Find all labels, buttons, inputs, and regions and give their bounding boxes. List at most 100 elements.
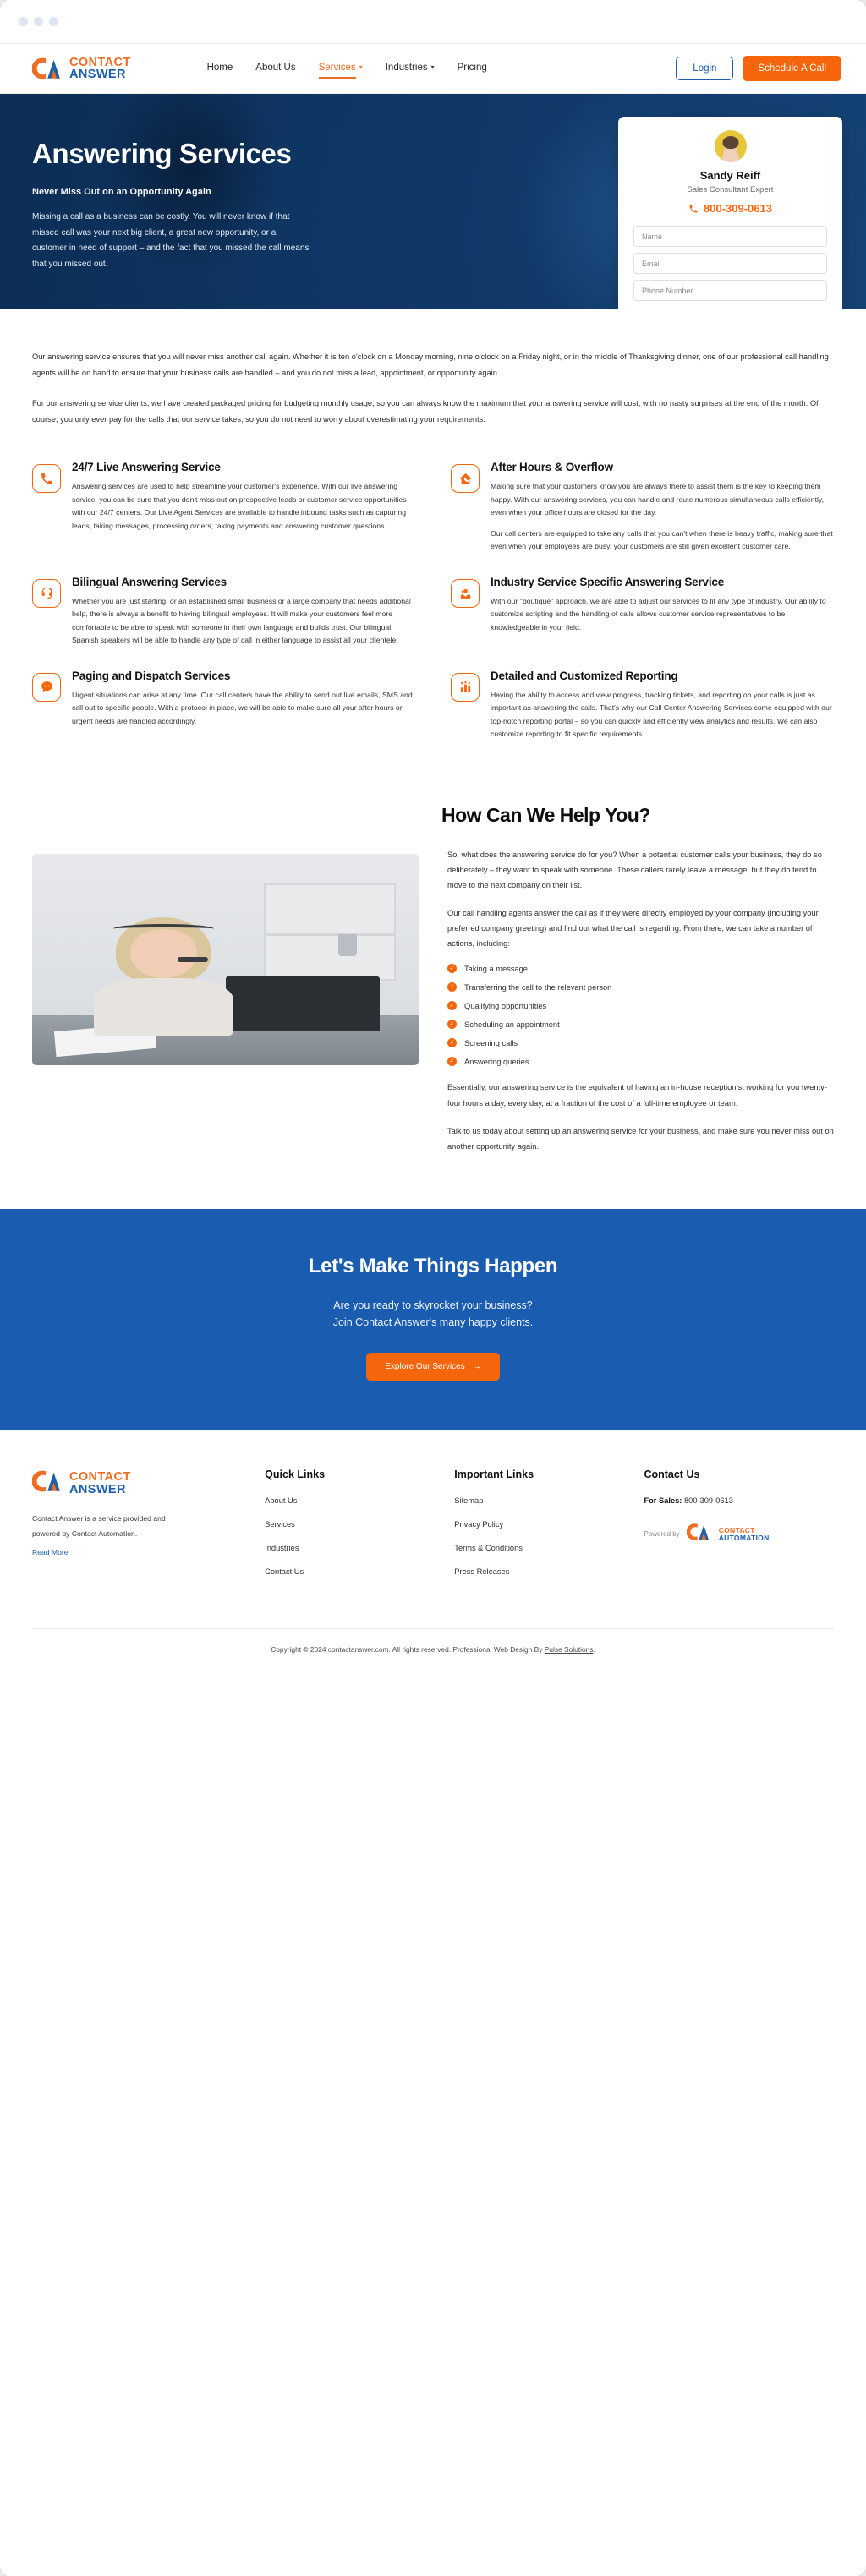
powered-by-row: Powered by CONTACT AUTOMATION <box>644 1522 834 1546</box>
list-item-label: Taking a message <box>464 964 528 973</box>
feature-body: Bilingual Answering Services Whether you… <box>72 576 415 648</box>
contact-automation-logo-icon <box>686 1522 712 1546</box>
list-item: ✓ Qualifying opportunities <box>447 1001 834 1011</box>
footer-link-about-us[interactable]: About Us <box>265 1496 437 1505</box>
help-section: How Can We Help You? So, what does the a… <box>0 763 866 1167</box>
nav-item-home[interactable]: Home <box>207 63 233 75</box>
footer-link-press-releases[interactable]: Press Releases <box>454 1567 627 1576</box>
nav-label: About Us <box>255 62 296 73</box>
footer-logo[interactable]: CONTACT ANSWER <box>31 1468 248 1498</box>
list-item: ✓ Taking a message <box>447 964 834 974</box>
nav-item-pricing[interactable]: Pricing <box>458 63 487 75</box>
site-header: CONTACT ANSWER Home About Us Services ▾ … <box>0 44 866 94</box>
intro-paragraph-1: Our answering service ensures that you w… <box>32 353 829 377</box>
feature-paragraph: Urgent situations can arise at any time.… <box>72 690 413 725</box>
important-links-heading: Important Links <box>454 1468 534 1481</box>
browser-chrome <box>0 0 866 44</box>
page-title: Answering Services <box>32 138 292 169</box>
arrow-right-icon: → <box>472 1362 481 1372</box>
explore-services-button[interactable]: Explore Our Services → <box>366 1353 500 1381</box>
agent-icon <box>451 578 480 608</box>
site-logo[interactable]: CONTACT ANSWER <box>31 55 131 81</box>
footer-description: Contact Answer is a service provided and… <box>32 1514 166 1538</box>
feature-paragraph: Whether you are just starting, or an est… <box>72 596 411 645</box>
phone-number: 800-309-0613 <box>704 202 772 215</box>
feature-body: Detailed and Customized Reporting Having… <box>491 670 834 741</box>
phone-input[interactable] <box>633 280 827 301</box>
cta-subtitle: Are you ready to skyrocket your business… <box>0 1297 866 1332</box>
powered-logo-line-2: AUTOMATION <box>718 1533 770 1542</box>
logo-line-1: CONTACT <box>69 55 131 69</box>
list-item-label: Scheduling an appointment <box>464 1020 560 1029</box>
phone-icon <box>32 464 61 494</box>
help-paragraph-1: So, what does the answering service do f… <box>447 850 822 889</box>
minimize-dot-icon[interactable] <box>34 17 43 26</box>
footer-link-industries[interactable]: Industries <box>265 1544 437 1552</box>
help-paragraph-4: Talk to us today about setting up an ans… <box>447 1126 834 1151</box>
read-more-link[interactable]: Read More <box>32 1548 69 1556</box>
feature-card: Industry Service Specific Answering Serv… <box>451 576 834 670</box>
footer-columns: CONTACT ANSWER Contact Answer is a servi… <box>31 1468 834 1591</box>
intro-paragraph-2: For our answering service clients, we ha… <box>32 399 819 424</box>
name-input[interactable] <box>633 226 827 247</box>
nav-label: Pricing <box>457 62 487 73</box>
footer-logo-line-1: CONTACT <box>69 1470 131 1485</box>
feature-paragraph: Answering services are used to help stre… <box>72 482 407 530</box>
help-paragraph-3: Essentially, our answering service is th… <box>447 1083 827 1108</box>
logo-line-2: ANSWER <box>69 68 126 81</box>
pulse-solutions-link[interactable]: Pulse Solutions <box>545 1645 594 1654</box>
login-button[interactable]: Login <box>676 57 734 80</box>
sales-label: For Sales: <box>644 1496 682 1506</box>
maximize-dot-icon[interactable] <box>49 17 58 26</box>
check-circle-icon: ✓ <box>447 964 457 974</box>
list-item: ✓ Transferring the call to the relevant p… <box>447 982 834 993</box>
feature-body: Paging and Dispatch Services Urgent situ… <box>72 670 415 741</box>
nav-label: Services <box>318 62 356 73</box>
footer-link-services[interactable]: Services <box>265 1520 437 1529</box>
sales-phone[interactable]: 800-309-0613 <box>684 1496 733 1505</box>
chevron-down-icon: ▾ <box>430 63 435 71</box>
feature-title: Bilingual Answering Services <box>72 575 227 588</box>
feature-card: Detailed and Customized Reporting Having… <box>451 670 834 763</box>
help-title: How Can We Help You? <box>441 803 650 826</box>
list-item-label: Screening calls <box>464 1038 518 1047</box>
footer-important-links-column: Important Links Sitemap Privacy Policy T… <box>454 1468 627 1591</box>
footer-logo-line-2: ANSWER <box>69 1482 126 1496</box>
cta-button-label: Explore Our Services <box>385 1362 465 1372</box>
feature-title: Detailed and Customized Reporting <box>491 669 678 682</box>
call-agent-photo <box>32 853 419 1065</box>
contact-us-heading: Contact Us <box>644 1468 700 1481</box>
email-input[interactable] <box>633 253 827 274</box>
feature-body: 24/7 Live Answering Service Answering se… <box>72 461 415 553</box>
feature-paragraph: Making sure that your customers know you… <box>491 482 825 517</box>
copyright-end: . <box>593 1645 595 1654</box>
browser-window: CONTACT ANSWER Home About Us Services ▾ … <box>0 0 866 2576</box>
copyright-text: Copyright © 2024 contactanswer.com. All … <box>271 1645 545 1654</box>
copyright-bar: Copyright © 2024 contactanswer.com. All … <box>32 1629 834 1676</box>
nav-item-services[interactable]: Services ▾ <box>318 62 363 79</box>
list-item: ✓ Screening calls <box>447 1038 834 1048</box>
check-circle-icon: ✓ <box>447 1020 457 1030</box>
hero-section: Answering Services Never Miss Out on an … <box>0 94 866 309</box>
nav-item-about-us[interactable]: About Us <box>255 63 295 75</box>
list-item: ✓ Scheduling an appointment <box>447 1020 834 1030</box>
help-copy: So, what does the answering service do f… <box>447 847 834 1167</box>
window-controls <box>19 17 58 26</box>
footer-link-sitemap[interactable]: Sitemap <box>454 1496 627 1505</box>
footer-quick-links-column: Quick Links About Us Services Industries… <box>265 1468 437 1591</box>
hero-paragraph: Missing a call as a business can be cost… <box>32 212 310 269</box>
nav-item-industries[interactable]: Industries ▾ <box>386 63 435 75</box>
consultant-phone[interactable]: 800-309-0613 <box>633 202 827 215</box>
features-grid: 24/7 Live Answering Service Answering se… <box>0 442 866 763</box>
consultant-name: Sandy Reiff <box>699 169 761 182</box>
check-circle-icon: ✓ <box>447 1057 457 1067</box>
footer-link-terms-conditions[interactable]: Terms & Conditions <box>454 1544 627 1552</box>
close-dot-icon[interactable] <box>19 17 28 26</box>
feature-body: After Hours & Overflow Making sure that … <box>491 461 834 553</box>
phone-icon <box>689 205 698 212</box>
check-circle-icon: ✓ <box>447 1038 457 1048</box>
help-grid: So, what does the answering service do f… <box>32 847 834 1167</box>
schedule-call-button[interactable]: Schedule A Call <box>743 56 841 81</box>
footer-link-privacy-policy[interactable]: Privacy Policy <box>454 1520 627 1529</box>
footer-link-contact-us[interactable]: Contact Us <box>265 1567 437 1576</box>
